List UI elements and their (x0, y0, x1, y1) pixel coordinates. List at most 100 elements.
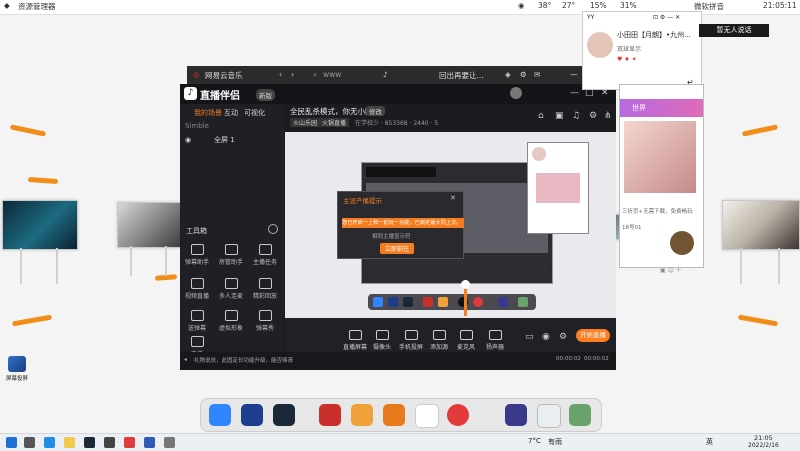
record-icon[interactable]: ▭ (525, 332, 534, 342)
nested-toolbar (366, 259, 548, 273)
vip-icon[interactable]: ◈ (505, 70, 511, 79)
scene-item[interactable]: 全屏 1 (214, 135, 235, 145)
game-icon[interactable] (319, 404, 341, 426)
netease-window: ◎ 网易云音乐 ‹ › ⌕ www ♪ 回出再要让... ◈ ⚙ ✉ — □ ✕ (187, 66, 612, 84)
desktop-icon-label[interactable]: 屏幕投屏 (2, 374, 32, 382)
tool-task[interactable]: 主播任务 (252, 244, 278, 266)
search-icon[interactable]: ⌕ (313, 70, 317, 80)
status-icon-1[interactable]: ◉ (518, 1, 525, 10)
taskbar-date[interactable]: 2022/2/16 (748, 442, 779, 449)
toolbox-header: 工具箱 (186, 227, 207, 235)
send-icon (190, 310, 204, 321)
rocket-icon (388, 297, 398, 307)
shield-icon (224, 244, 238, 255)
btn-screen[interactable]: 直播屏幕 (340, 330, 370, 351)
category-tag-2[interactable]: 火锅直播 (319, 118, 350, 127)
screen-icon (498, 297, 508, 307)
gallery-panel-2 (117, 202, 183, 248)
chat-controls[interactable]: ⊡ ⚙ — ✕ (653, 14, 680, 21)
bell-icon[interactable]: ♫ (572, 111, 580, 121)
tab-visual[interactable]: 可视化 (244, 108, 265, 118)
taskbar-clock[interactable]: 21:05 (754, 434, 773, 442)
netease-user[interactable]: 回出再要让... (439, 70, 484, 81)
desktop-app-icon[interactable] (8, 356, 26, 372)
minimize-icon[interactable]: — (570, 88, 579, 98)
app-icon-3[interactable] (164, 437, 175, 448)
eye-icon[interactable]: ◉ (185, 136, 191, 144)
close-icon[interactable]: ✕ (450, 194, 456, 202)
category-tag-1[interactable]: 火山乐园 (290, 118, 321, 127)
chat-popup: YY ⊡ ⚙ — ✕ 小田田【月朗】•九州... 双球显示 ♥ ♦ ✦ ↵ (582, 11, 702, 90)
tab-interact[interactable]: 互动 (224, 108, 238, 118)
forward-icon[interactable]: › (291, 70, 294, 79)
orange-ray (9, 124, 47, 137)
scene-group-label[interactable]: Simble (185, 122, 209, 130)
game-icon-2[interactable] (351, 404, 373, 426)
rocket-icon[interactable] (241, 404, 263, 426)
game-badge (670, 231, 694, 255)
tool-replay[interactable]: 精彩回放 (252, 278, 278, 300)
tool-show[interactable]: 弹幕秀 (252, 310, 278, 332)
netease-search-input[interactable]: www (323, 70, 341, 79)
share-icon[interactable]: ⋔ (604, 111, 612, 121)
ime-indicator[interactable]: 英 (706, 437, 713, 447)
tab-scenes[interactable]: 我的场景 (194, 108, 222, 118)
avatar[interactable] (587, 32, 613, 58)
finder-icon[interactable] (209, 404, 231, 426)
edge-icon[interactable] (44, 437, 55, 448)
app-name[interactable]: 资源管理器 (18, 1, 56, 12)
toolbox-more-icon[interactable] (268, 224, 278, 234)
tool-room[interactable]: 房管助手 (218, 244, 244, 266)
btn-speaker[interactable]: 扬声器 (480, 330, 510, 351)
trash-icon[interactable] (569, 404, 591, 426)
window-icon[interactable] (537, 404, 561, 428)
minimize-icon[interactable]: — (570, 70, 578, 79)
apple-menu-icon[interactable]: ◆ (4, 1, 10, 10)
qq-icon[interactable] (415, 404, 439, 428)
btn-mic[interactable]: 麦克风 (451, 330, 481, 351)
phone-photo (624, 121, 696, 193)
settings-icon[interactable]: ⚙ (520, 70, 527, 79)
btn-phone[interactable]: 手机投屏 (396, 330, 426, 351)
box-icon[interactable]: ▣ (555, 111, 564, 121)
start-live-button[interactable]: 开始直播 (576, 329, 610, 342)
weather-temp[interactable]: 7°C (528, 437, 541, 445)
steam-icon[interactable] (273, 404, 295, 426)
app-icon-2[interactable] (144, 437, 155, 448)
explorer-icon[interactable] (64, 437, 75, 448)
edit-title-button[interactable]: 修改 (366, 106, 385, 116)
speaker-icon (488, 330, 502, 340)
tool-send[interactable]: 送弹幕 (184, 310, 210, 332)
app-icon[interactable] (104, 437, 115, 448)
weather-text[interactable]: 有雨 (548, 437, 562, 447)
chat-header: YY (587, 14, 595, 21)
back-icon[interactable]: ‹ (279, 70, 282, 79)
eye-icon[interactable]: ◉ (542, 332, 550, 342)
tool-multi[interactable]: 多人连麦 (218, 278, 244, 300)
mail-icon[interactable]: ✉ (534, 70, 540, 79)
version-badge[interactable]: 新版 (256, 89, 275, 101)
btn-camera[interactable]: 摄像头 (367, 330, 397, 351)
gift-icon[interactable]: ⌂ (538, 111, 544, 121)
settings-icon[interactable]: ⚙ (589, 111, 597, 121)
netease-icon[interactable] (124, 437, 135, 448)
chat-name: 小田田【月朗】•九州... (617, 31, 691, 39)
mic-volume-handle[interactable] (461, 280, 470, 289)
app-icon[interactable] (383, 404, 405, 426)
mic-icon[interactable]: ♪ (383, 70, 388, 79)
netease-icon[interactable] (447, 404, 469, 426)
dialog-sub: 相同主播显示符 (372, 234, 411, 240)
screen-recorder-icon[interactable] (505, 404, 527, 426)
avatar[interactable] (510, 87, 522, 99)
tool-video[interactable]: 视频直播 (184, 278, 210, 300)
btn-add-source[interactable]: 添加源 (424, 330, 454, 351)
steam-icon[interactable] (84, 437, 95, 448)
orange-ray (741, 124, 779, 137)
windows-start-icon[interactable] (6, 437, 17, 448)
dialog-confirm-button[interactable]: 立即前往 (380, 243, 415, 254)
gallery-panel-5 (722, 200, 800, 250)
tool-avatar[interactable]: 虚拟形象 (218, 310, 244, 332)
settings-icon[interactable]: ⚙ (559, 332, 567, 342)
search-icon[interactable] (24, 437, 35, 448)
tool-danmu[interactable]: 弹幕助手 (184, 244, 210, 266)
